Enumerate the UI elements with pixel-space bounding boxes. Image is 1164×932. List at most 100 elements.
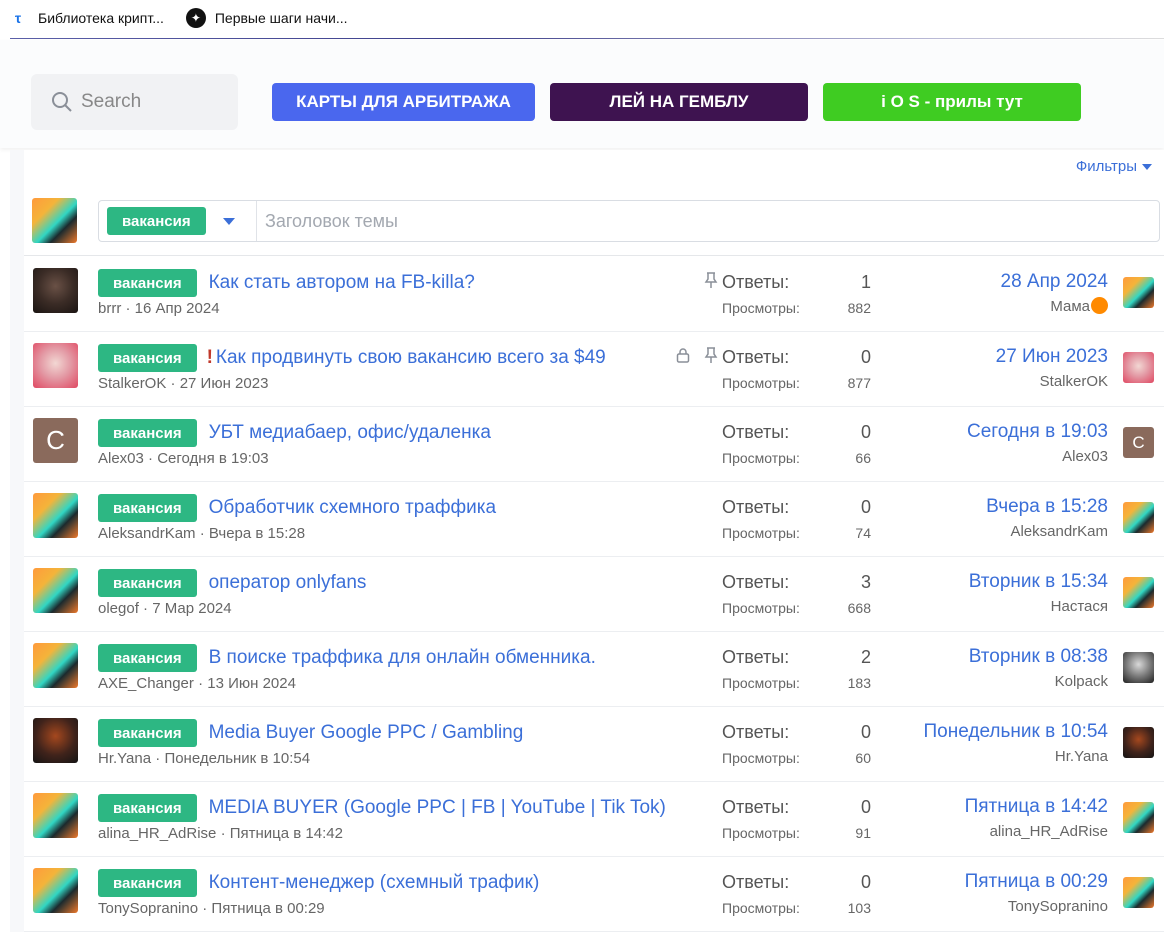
last-poster-avatar[interactable] bbox=[1123, 727, 1154, 758]
thread-stats: Ответы: 0 Просмотры: 60 bbox=[722, 719, 871, 770]
bookmark-library[interactable]: τ Библиотека крипт... bbox=[10, 10, 164, 26]
last-poster-avatar[interactable]: C bbox=[1123, 427, 1154, 458]
last-post: Вторник в 08:38 Kolpack bbox=[969, 644, 1108, 694]
last-post-user-line: Alex03 bbox=[967, 445, 1108, 469]
thread-status-icons bbox=[676, 347, 718, 369]
thread-meta: Hr.Yana · Понедельник в 10:54 bbox=[98, 750, 718, 767]
last-post-user[interactable]: alina_HR_AdRise bbox=[990, 823, 1108, 840]
thread-main: вакансия УБТ медиабаер, офис/удаленка Alex… bbox=[98, 419, 718, 467]
avatar[interactable] bbox=[33, 718, 78, 763]
thread-title-link[interactable]: Контент-менеджер (схемный трафик) bbox=[209, 872, 540, 894]
prefix-badge[interactable]: вакансия bbox=[98, 419, 197, 447]
avatar[interactable] bbox=[32, 198, 77, 243]
prefix-badge[interactable]: вакансия bbox=[98, 794, 197, 822]
thread-start-date[interactable]: Пятница в 00:29 bbox=[211, 900, 324, 917]
gambling-traffic-button[interactable]: ЛЕЙ НА ГЕМБЛУ bbox=[550, 83, 808, 121]
thread-title-link[interactable]: УБТ медиабаер, офис/удаленка bbox=[209, 422, 491, 444]
thread-author[interactable]: Hr.Yana bbox=[98, 750, 151, 767]
last-post-date[interactable]: Пятница в 14:42 bbox=[965, 794, 1108, 820]
prefix-badge[interactable]: вакансия bbox=[98, 344, 197, 372]
last-poster-avatar[interactable] bbox=[1123, 502, 1154, 533]
last-post-date[interactable]: Понедельник в 10:54 bbox=[924, 719, 1109, 745]
thread-author[interactable]: TonySopranino bbox=[98, 900, 198, 917]
last-poster-avatar[interactable] bbox=[1123, 652, 1154, 683]
avatar[interactable] bbox=[33, 343, 78, 388]
thread-author[interactable]: AXE_Changer bbox=[98, 675, 194, 692]
prefix-badge[interactable]: вакансия bbox=[98, 569, 197, 597]
thread-author[interactable]: StalkerOK bbox=[98, 375, 166, 392]
avatar[interactable] bbox=[33, 868, 78, 913]
last-post-user[interactable]: AleksandrKam bbox=[1010, 523, 1108, 540]
thread-meta: brrr · 16 Апр 2024 bbox=[98, 300, 718, 317]
last-post-user[interactable]: Настася bbox=[1051, 598, 1108, 615]
last-post-date[interactable]: Пятница в 00:29 bbox=[965, 869, 1108, 895]
thread-start-date[interactable]: 27 Июн 2023 bbox=[180, 375, 269, 392]
last-post-user[interactable]: Hr.Yana bbox=[1055, 748, 1108, 765]
prefix-badge[interactable]: вакансия bbox=[98, 494, 197, 522]
thread-start-date[interactable]: 16 Апр 2024 bbox=[135, 300, 220, 317]
views-count: 66 bbox=[855, 450, 871, 466]
last-post-date[interactable]: 28 Апр 2024 bbox=[1001, 269, 1109, 295]
last-post-user[interactable]: StalkerOK bbox=[1040, 373, 1108, 390]
avatar[interactable] bbox=[33, 493, 78, 538]
thread-start-date[interactable]: Вчера в 15:28 bbox=[209, 525, 305, 542]
thread-row: вакансия MEDIA BUYER (Google PPC | FB | Y… bbox=[24, 782, 1164, 857]
last-post-date[interactable]: Вторник в 08:38 bbox=[969, 644, 1108, 670]
replies-count: 0 bbox=[860, 496, 871, 517]
prefix-badge[interactable]: вакансия bbox=[98, 269, 197, 297]
last-poster-avatar[interactable] bbox=[1123, 577, 1154, 608]
last-poster-avatar[interactable] bbox=[1123, 802, 1154, 833]
cards-arbitrage-button[interactable]: КАРТЫ ДЛЯ АРБИТРАЖА bbox=[272, 83, 535, 121]
replies-label: Ответы: bbox=[722, 571, 790, 592]
last-post-user[interactable]: TonySopranino bbox=[1008, 898, 1108, 915]
last-post-date[interactable]: Вчера в 15:28 bbox=[986, 494, 1108, 520]
thread-title-link[interactable]: В поиске траффика для онлайн обменника. bbox=[209, 647, 596, 669]
thread-author[interactable]: alina_HR_AdRise bbox=[98, 825, 216, 842]
thread-author[interactable]: brrr bbox=[98, 300, 121, 317]
last-post-date[interactable]: Сегодня в 19:03 bbox=[967, 419, 1108, 445]
last-poster-avatar[interactable] bbox=[1123, 352, 1154, 383]
thread-title-link[interactable]: Как стать автором на FB-killa? bbox=[209, 272, 475, 294]
thread-title-link[interactable]: Как продвинуть свою вакансию всего за $4… bbox=[216, 347, 606, 369]
bookmark-first-steps[interactable]: ✦ Первые шаги начи... bbox=[185, 8, 348, 28]
avatar[interactable] bbox=[33, 268, 78, 313]
last-post-user-line: Hr.Yana bbox=[924, 745, 1108, 769]
thread-stats: Ответы: 2 Просмотры: 183 bbox=[722, 644, 871, 695]
last-post-date[interactable]: 27 Июн 2023 bbox=[996, 344, 1108, 370]
thread-main: вакансия Контент-менеджер (схемный трафик… bbox=[98, 869, 718, 917]
thread-author[interactable]: olegof bbox=[98, 600, 139, 617]
prefix-badge[interactable]: вакансия bbox=[98, 719, 197, 747]
thread-title-link[interactable]: Media Buyer Google PPC / Gambling bbox=[209, 722, 524, 744]
last-poster-avatar[interactable] bbox=[1123, 877, 1154, 908]
thread-start-date[interactable]: Понедельник в 10:54 bbox=[164, 750, 310, 767]
thread-title-link[interactable]: Обработчик схемного траффика bbox=[209, 497, 496, 519]
last-post-user[interactable]: Alex03 bbox=[1062, 448, 1108, 465]
search-input[interactable]: Search bbox=[31, 74, 238, 130]
thread-author[interactable]: AleksandrKam bbox=[98, 525, 196, 542]
thread-title-input[interactable] bbox=[257, 201, 1159, 241]
ios-apps-button[interactable]: i O S - прилы тут bbox=[823, 83, 1081, 121]
thread-author[interactable]: Alex03 bbox=[98, 450, 144, 467]
last-poster-avatar[interactable] bbox=[1123, 277, 1154, 308]
avatar[interactable]: C bbox=[33, 418, 78, 463]
prefix-badge[interactable]: вакансия bbox=[98, 644, 197, 672]
avatar[interactable] bbox=[33, 793, 78, 838]
avatar[interactable] bbox=[33, 643, 78, 688]
thread-start-date[interactable]: Сегодня в 19:03 bbox=[157, 450, 268, 467]
thread-title-link[interactable]: MEDIA BUYER (Google PPC | FB | YouTube |… bbox=[209, 797, 666, 819]
thread-start-date[interactable]: 7 Мар 2024 bbox=[152, 600, 231, 617]
thread-list: вакансия Как стать автором на FB-killa? br… bbox=[24, 257, 1164, 932]
thread-start-date[interactable]: Пятница в 14:42 bbox=[230, 825, 343, 842]
prefix-badge[interactable]: вакансия bbox=[98, 869, 197, 897]
avatar[interactable] bbox=[33, 568, 78, 613]
last-post-date[interactable]: Вторник в 15:34 bbox=[969, 569, 1108, 595]
thread-start-date[interactable]: 13 Июн 2024 bbox=[207, 675, 296, 692]
prefix-select[interactable]: вакансия bbox=[99, 201, 257, 241]
last-post-user[interactable]: Мама bbox=[1050, 298, 1090, 315]
thread-title-link[interactable]: оператор onlyfans bbox=[209, 572, 367, 594]
replies-label: Ответы: bbox=[722, 646, 790, 667]
last-post: Вторник в 15:34 Настася bbox=[969, 569, 1108, 619]
last-post-user[interactable]: Kolpack bbox=[1055, 673, 1108, 690]
last-post: Пятница в 00:29 TonySopranino bbox=[965, 869, 1108, 919]
filters-dropdown[interactable]: Фильтры bbox=[1076, 158, 1152, 175]
